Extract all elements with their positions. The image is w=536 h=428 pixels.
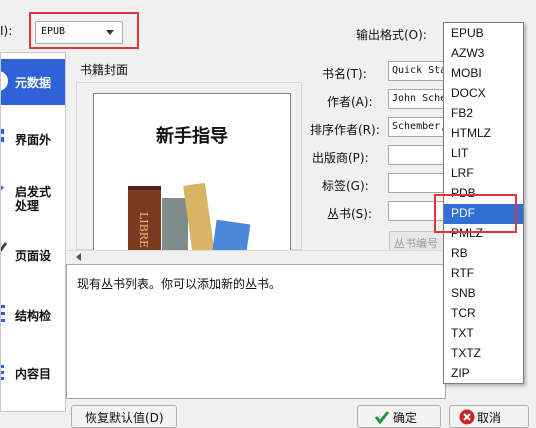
ok-label: 确定 — [393, 411, 418, 425]
publisher-label: 出版商(P): — [312, 151, 369, 165]
sidebar-item-toc[interactable]: 内容目 — [1, 351, 65, 391]
output-format-option[interactable]: ZIP — [444, 364, 523, 384]
comments-toolbar — [66, 250, 446, 264]
output-format-option[interactable]: RB — [444, 244, 523, 264]
output-format-option[interactable]: LRF — [444, 164, 523, 184]
output-format-option[interactable]: AZW3 — [444, 44, 523, 64]
output-format-option[interactable]: HTMLZ — [444, 124, 523, 144]
output-format-option[interactable]: EPUB — [444, 24, 523, 44]
output-format-option[interactable]: TCR — [444, 304, 523, 324]
sidebar-item-label-line2: 处理 — [15, 199, 40, 213]
cancel-label: 取消 — [477, 411, 502, 425]
input-format-label: I): — [0, 24, 13, 38]
tags-field[interactable] — [388, 173, 446, 193]
title-field[interactable]: Quick Start — [388, 61, 446, 81]
book-illustration — [211, 219, 251, 253]
cancel-button[interactable]: 取消 — [449, 405, 529, 428]
toc-icon — [1, 365, 4, 380]
sidebar-item-label: 元数据 — [15, 76, 52, 90]
cover-spine-text: LIBRE — [137, 212, 150, 249]
metadata-icon — [1, 71, 8, 91]
sidebar-item-label: 页面设 — [15, 249, 52, 263]
author-sort-label: 排序作者(R): — [310, 123, 380, 137]
output-format-label: 输出格式(O): — [356, 28, 427, 42]
sidebar-item-label: 界面外 — [15, 133, 52, 147]
sidebar-item-structure[interactable]: 结构检 — [1, 293, 65, 333]
sidebar: 元数据 界面外 启发式 处理 页面设 结构检 内容目 — [0, 52, 66, 412]
series-label: 丛书(S): — [327, 207, 373, 221]
book-illustration: LIBRE — [128, 186, 161, 253]
heuristic-icon — [1, 185, 4, 191]
page-setup-icon — [1, 242, 8, 253]
cover-image[interactable]: 新手指导 LIBRE — [93, 93, 291, 253]
series-number-button[interactable]: 丛书编号 — [389, 231, 445, 251]
input-format-highlight — [29, 12, 139, 49]
cancel-icon — [459, 409, 475, 425]
output-format-option[interactable]: MOBI — [444, 64, 523, 84]
look-feel-icon — [1, 129, 4, 142]
output-format-option[interactable]: LIT — [444, 144, 523, 164]
sidebar-item-label: 结构检 — [15, 309, 52, 323]
checkmark-icon — [374, 411, 390, 425]
output-format-option[interactable]: SNB — [444, 284, 523, 304]
output-format-option[interactable]: DOCX — [444, 84, 523, 104]
book-illustration — [162, 198, 188, 253]
sidebar-item-label: 启发式 — [15, 185, 52, 199]
sidebar-item-label: 内容目 — [15, 367, 52, 381]
output-format-option[interactable]: TXT — [444, 324, 523, 344]
chevron-left-icon[interactable] — [76, 253, 81, 261]
ok-button[interactable]: 确定 — [357, 405, 441, 428]
comments-editor[interactable]: 现有丛书列表。你可以添加新的丛书。 — [66, 264, 446, 399]
output-format-option[interactable]: TXTZ — [444, 344, 523, 364]
sidebar-item-heuristic[interactable]: 启发式 处理 — [1, 173, 65, 219]
output-format-option[interactable]: RTF — [444, 264, 523, 284]
sidebar-item-look-feel[interactable]: 界面外 — [1, 115, 65, 155]
comments-text: 现有丛书列表。你可以添加新的丛书。 — [77, 277, 282, 291]
sidebar-item-metadata[interactable]: 元数据 — [1, 59, 65, 105]
cover-group-title: 书籍封面 — [80, 63, 129, 77]
sidebar-item-page-setup[interactable]: 页面设 — [1, 231, 65, 271]
structure-icon — [1, 305, 5, 322]
author-field[interactable]: John Schember — [388, 89, 446, 109]
restore-defaults-button[interactable]: 恢复默认值(D) — [71, 405, 177, 428]
title-label: 书名(T): — [322, 67, 367, 81]
output-format-option[interactable]: FB2 — [444, 104, 523, 124]
tags-label: 标签(G): — [322, 179, 369, 193]
publisher-field[interactable] — [388, 145, 446, 165]
pdf-option-highlight — [434, 194, 517, 233]
author-label: 作者(A): — [327, 95, 373, 109]
cover-heading: 新手指导 — [156, 126, 228, 147]
author-sort-field[interactable]: Schember, John — [388, 117, 446, 137]
